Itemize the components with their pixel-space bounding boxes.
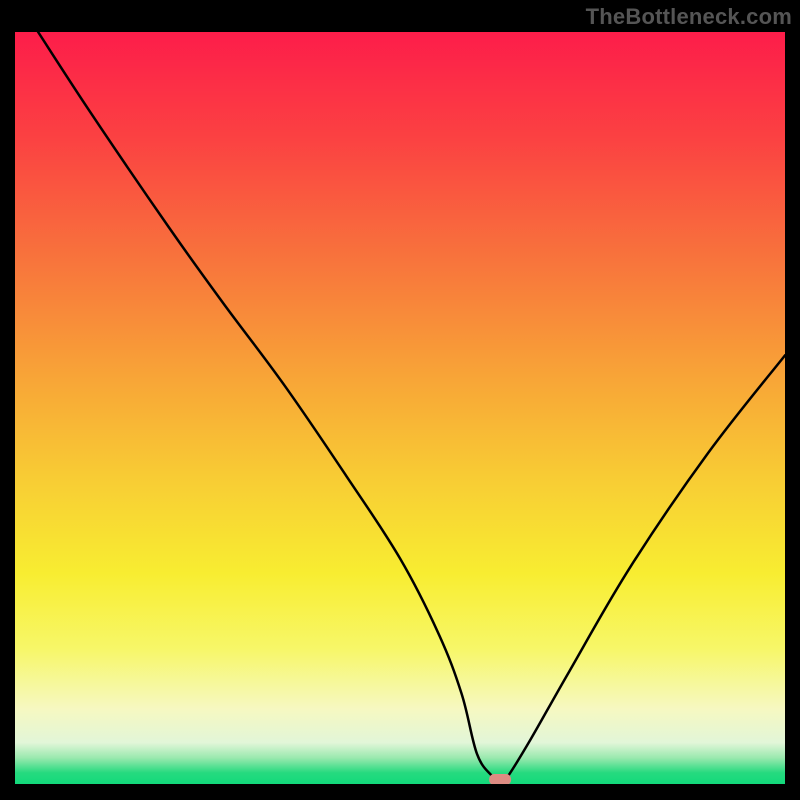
optimal-marker [489,774,511,784]
bottleneck-chart [15,32,785,784]
chart-background [15,32,785,784]
chart-frame [15,32,785,784]
watermark-text: TheBottleneck.com [586,4,792,30]
